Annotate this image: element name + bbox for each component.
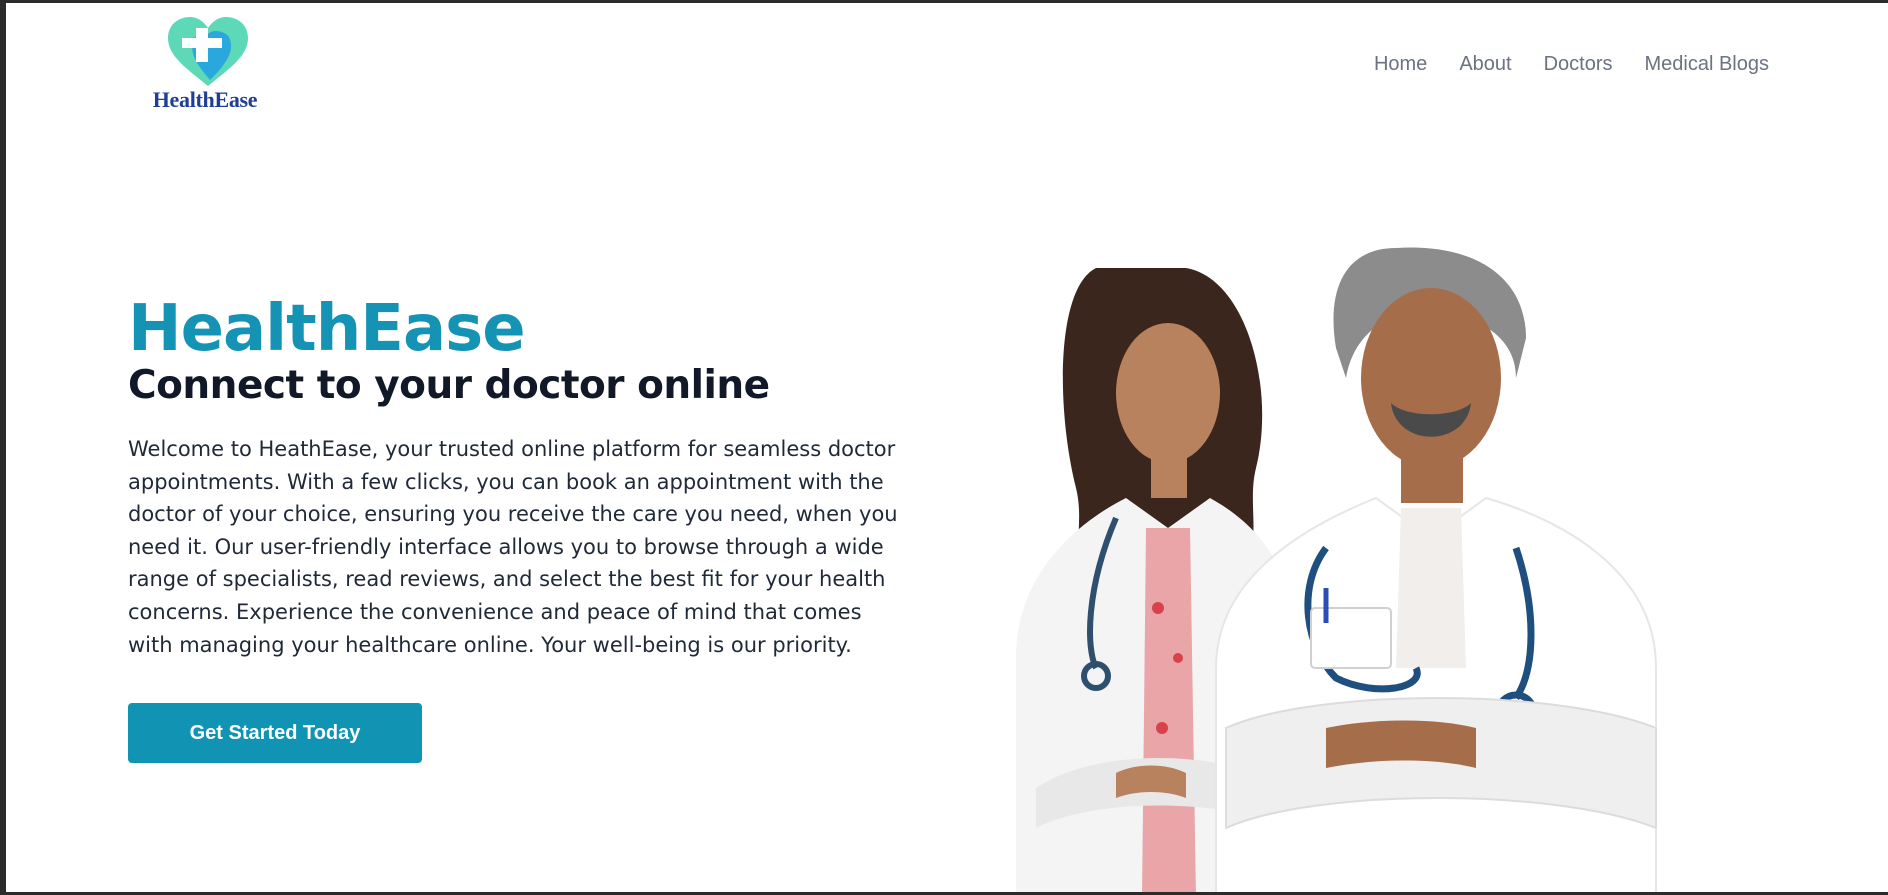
hero-title: HealthEase — [128, 292, 526, 366]
page: HealthEase Home About Doctors Medical Bl… — [6, 3, 1888, 892]
male-doctor-figure — [1215, 247, 1657, 892]
get-started-button[interactable]: Get Started Today — [128, 703, 422, 763]
nav-home-link[interactable]: Home — [1374, 53, 1427, 76]
doctors-image — [1016, 247, 1657, 892]
hero-description: Welcome to HeathEase, your trusted onlin… — [128, 437, 898, 657]
heart-cross-logo-icon — [168, 17, 248, 86]
nav-about-link[interactable]: About — [1459, 53, 1511, 76]
brand-logo[interactable]: HealthEase — [145, 16, 275, 116]
brand-name: HealthEase — [152, 87, 258, 112]
main-nav: Home About Doctors Medical Blogs — [1374, 53, 1769, 76]
nav-doctors-link[interactable]: Doctors — [1544, 53, 1613, 76]
nav-medical-blogs-link[interactable]: Medical Blogs — [1644, 53, 1769, 76]
hero-subtitle: Connect to your doctor online — [128, 363, 770, 408]
